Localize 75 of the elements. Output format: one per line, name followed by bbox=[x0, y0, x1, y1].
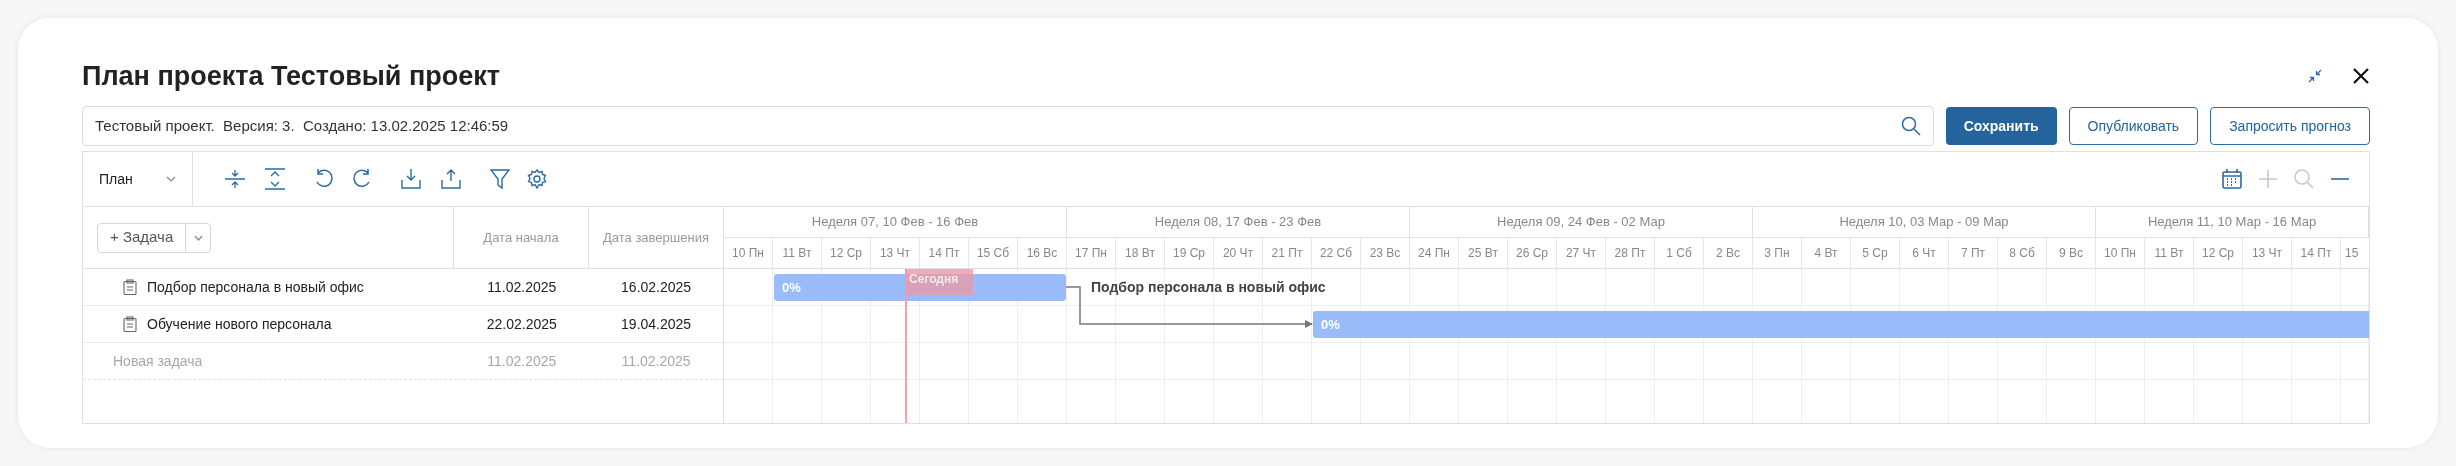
day-label: 1 Сб bbox=[1666, 245, 1692, 262]
day-label: 14 Пт bbox=[928, 245, 960, 262]
week-label: Неделя 11, 10 Мар - 16 Мар bbox=[2147, 213, 2317, 232]
date-cell-text: 11.02.2025 bbox=[487, 351, 557, 371]
view-select[interactable]: План bbox=[83, 152, 193, 206]
action-button[interactable]: Запросить прогноз bbox=[2210, 107, 2370, 145]
action-button[interactable]: Опубликовать bbox=[2068, 107, 2199, 145]
day-label: 7 Пт bbox=[1960, 245, 1986, 262]
column-header: Дата завершения bbox=[603, 228, 709, 247]
day-label: 20 Чт bbox=[1222, 245, 1254, 262]
progress-label: 0% bbox=[782, 278, 801, 297]
download-icon[interactable] bbox=[399, 168, 423, 190]
day-label: 18 Вт bbox=[1125, 245, 1155, 262]
chevron-icon bbox=[193, 234, 203, 241]
undo-icon[interactable] bbox=[313, 168, 335, 190]
clipboard-icon bbox=[123, 316, 137, 332]
bar-label: Подбор персонала в новый офис bbox=[1091, 278, 1326, 297]
info-field[interactable]: Тестовый проект. Версия: 3. Создано: 13.02.2025 12:46:59 bbox=[82, 106, 1934, 146]
day-label: 24 Пн bbox=[1418, 245, 1450, 262]
day-label: 28 Пт bbox=[1614, 245, 1646, 262]
day-label: 11 Вт bbox=[782, 245, 812, 262]
date-cell-text: 16.02.2025 bbox=[621, 277, 692, 297]
day-label: 10 Пн bbox=[732, 245, 764, 262]
upload-icon[interactable] bbox=[439, 168, 463, 190]
day-label: 22 Сб bbox=[1319, 245, 1353, 262]
chevron-icon bbox=[166, 176, 176, 182]
day-label: 19 Ср bbox=[1173, 245, 1205, 262]
date-cell-text: 19.04.2025 bbox=[621, 314, 692, 334]
day-label: 13 Чт bbox=[879, 245, 911, 262]
settings-icon[interactable] bbox=[527, 169, 547, 189]
column-header: Дата начала bbox=[483, 228, 559, 247]
day-label: 26 Ср bbox=[1516, 245, 1548, 262]
day-label: 3 Пн bbox=[1764, 245, 1790, 262]
close-icon[interactable] bbox=[2352, 67, 2370, 85]
week-label: Неделя 07, 10 Фев - 16 Фев bbox=[811, 213, 979, 232]
date-cell-text: 22.02.2025 bbox=[486, 314, 557, 334]
day-label: 12 Ср bbox=[2202, 245, 2234, 262]
week-label: Неделя 08, 17 Фев - 23 Фев bbox=[1154, 213, 1322, 232]
day-label: 10 Пн bbox=[2104, 245, 2136, 262]
window-title: План проекта Тестовый проект bbox=[82, 59, 500, 93]
collapse-rows-icon[interactable] bbox=[223, 168, 247, 190]
day-label: 17 Пн bbox=[1075, 245, 1107, 262]
date-cell-text: 11.02.2025 bbox=[621, 351, 691, 371]
search-icon[interactable] bbox=[1900, 116, 1921, 136]
redo-icon[interactable] bbox=[351, 168, 373, 190]
day-label: 8 Сб bbox=[2009, 245, 2035, 262]
day-label: 12 Ср bbox=[830, 245, 862, 262]
task-name[interactable]: Подбор персонала в новый офис bbox=[147, 276, 364, 298]
progress-label: 0% bbox=[1321, 315, 1340, 334]
day-label: 2 Вс bbox=[1716, 245, 1740, 262]
calendar-icon[interactable] bbox=[2221, 168, 2243, 190]
day-label: 11 Вт bbox=[2154, 245, 2184, 262]
day-label: 6 Чт bbox=[1912, 245, 1936, 262]
day-label: 25 Вт bbox=[1468, 245, 1498, 262]
day-label: 4 Вт bbox=[1814, 245, 1838, 262]
expand-rows-icon[interactable] bbox=[263, 168, 287, 190]
day-label: 5 Ср bbox=[1862, 245, 1888, 262]
week-label: Неделя 09, 24 Фев - 02 Мар bbox=[1497, 213, 1665, 232]
day-label: 13 Чт bbox=[2251, 245, 2283, 262]
day-label: 23 Вс bbox=[1369, 245, 1401, 262]
day-label: 14 Пт bbox=[2300, 245, 2332, 262]
save-button[interactable]: Сохранить bbox=[1945, 107, 2057, 145]
day-label: 15 Сб bbox=[976, 245, 1010, 262]
task-name[interactable]: Обучение нового персонала bbox=[147, 313, 332, 335]
day-label: 15 bbox=[2345, 245, 2359, 262]
day-label: 9 Вс bbox=[2059, 245, 2083, 262]
week-label: Неделя 10, 03 Мар - 09 Мар bbox=[1839, 213, 2009, 232]
clipboard-icon bbox=[123, 279, 137, 295]
day-label: 27 Чт bbox=[1565, 245, 1597, 262]
day-label: 21 Пт bbox=[1271, 245, 1303, 262]
collapse-icon[interactable] bbox=[2308, 69, 2322, 83]
date-cell-text: 11.02.2025 bbox=[487, 277, 557, 297]
today-label: Сегодня bbox=[905, 269, 973, 295]
day-label: 16 Вс bbox=[1026, 245, 1058, 262]
filter-icon[interactable] bbox=[489, 168, 511, 190]
